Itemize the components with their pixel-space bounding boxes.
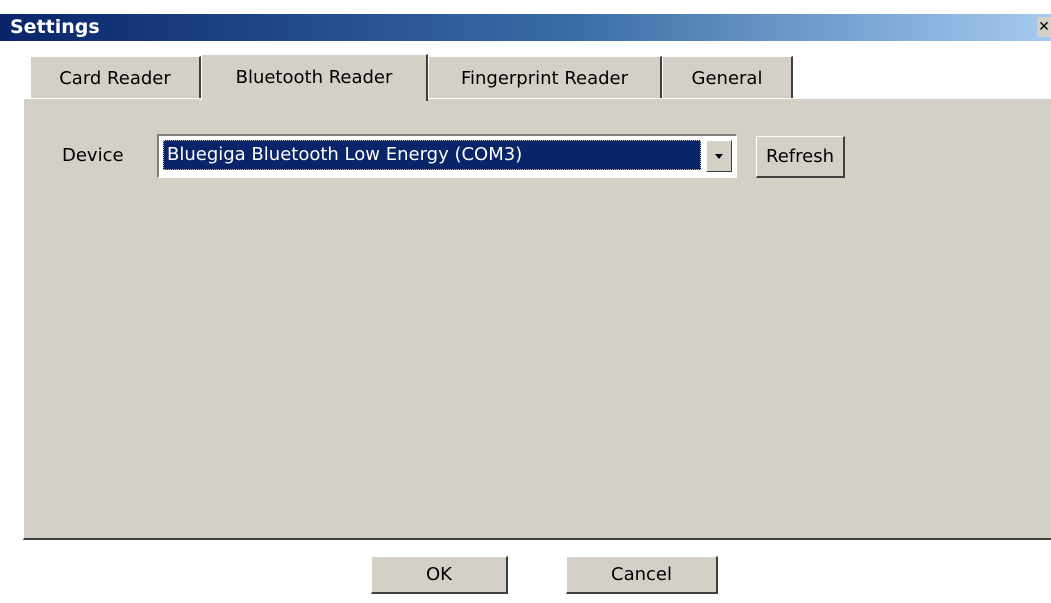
- device-selected-value: Bluegiga Bluetooth Low Energy (COM3): [163, 140, 701, 170]
- tab-bluetooth-reader[interactable]: Bluetooth Reader: [201, 54, 428, 101]
- window-title: Settings: [10, 16, 100, 38]
- chevron-down-icon: [715, 154, 723, 159]
- close-icon: ✕: [1038, 19, 1050, 35]
- refresh-button[interactable]: Refresh: [756, 136, 845, 178]
- device-label: Device: [62, 145, 124, 166]
- dropdown-button[interactable]: [706, 140, 732, 172]
- cancel-button[interactable]: Cancel: [566, 556, 718, 594]
- tab-general[interactable]: General: [662, 56, 793, 98]
- close-button[interactable]: ✕: [1037, 17, 1051, 37]
- title-bar: Settings ✕: [0, 14, 1051, 41]
- tab-fingerprint-reader[interactable]: Fingerprint Reader: [428, 56, 662, 98]
- tab-card-reader[interactable]: Card Reader: [30, 56, 201, 98]
- device-select[interactable]: Bluegiga Bluetooth Low Energy (COM3): [157, 134, 737, 178]
- ok-button[interactable]: OK: [371, 556, 508, 594]
